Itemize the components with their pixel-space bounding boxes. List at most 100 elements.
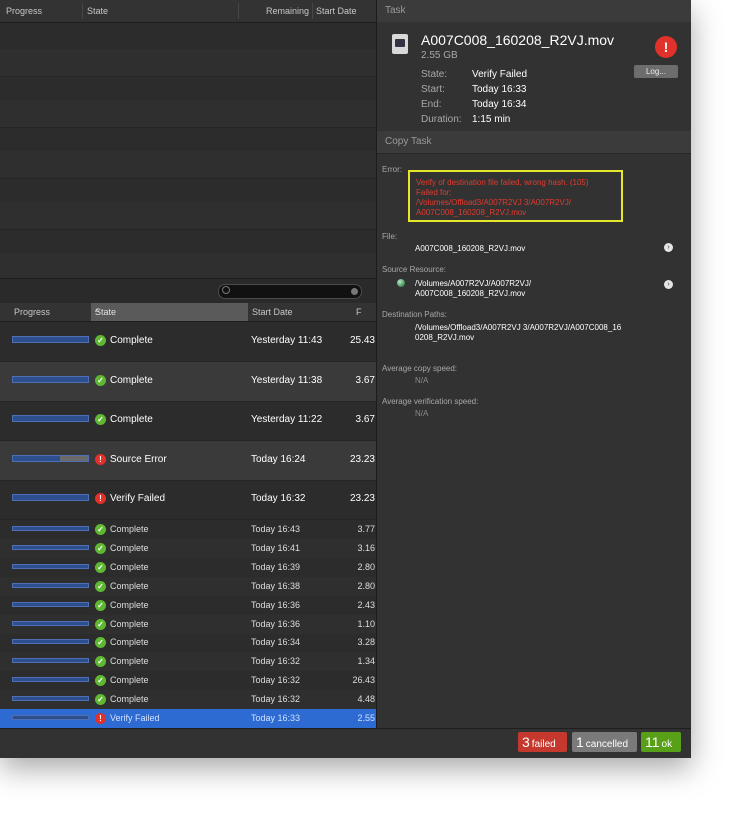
clear-search-icon[interactable]: [351, 288, 358, 295]
exclamation-icon: !: [95, 493, 106, 505]
table-row[interactable]: ! Source Error Today 16:24 23.23: [0, 440, 376, 481]
table-row[interactable]: ✓ Complete Today 16:36 2.43: [0, 596, 376, 615]
progress-bar: [12, 544, 89, 550]
progress-bar: [12, 336, 89, 343]
progress-bar: [12, 658, 89, 664]
row-state: Complete: [110, 599, 149, 610]
row-state: Complete: [110, 656, 149, 667]
error-line: A007C008_160208_R2VJ.mov: [416, 208, 527, 217]
table-row[interactable]: ✓ Complete Today 16:38 2.80: [0, 576, 376, 596]
row-start-date: Today 16:36: [251, 599, 301, 610]
row-state: Complete: [110, 524, 149, 534]
table-row[interactable]: ✓ Complete Today 16:39 2.80: [0, 558, 376, 577]
task-header-label: Task: [385, 5, 406, 16]
row-state: Complete: [110, 374, 153, 386]
arrow-right-circle-icon[interactable]: ›: [664, 280, 673, 289]
table-row[interactable]: ✓ Complete Today 16:43 3.77: [0, 520, 376, 539]
source-resource-label: Source Resource:: [382, 265, 447, 274]
error-line: Failed for:: [416, 188, 452, 197]
state-label: State:: [421, 69, 448, 80]
row-state: Complete: [110, 561, 149, 572]
empty-table-row: [0, 176, 376, 204]
row-start-date: Today 16:32: [251, 493, 306, 505]
col-f[interactable]: F: [356, 307, 362, 317]
checkmark-icon: ✓: [95, 675, 106, 687]
cancelled-badge[interactable]: 1 cancelled: [572, 732, 637, 752]
row-state: Complete: [110, 694, 149, 705]
search-input[interactable]: [218, 284, 362, 299]
table-row[interactable]: ! Verify Failed Today 16:32 23.23: [0, 480, 376, 521]
search-icon: [222, 286, 230, 294]
progress-bar: [12, 601, 89, 607]
row-state: Verify Failed: [110, 493, 166, 505]
progress-bar: [12, 715, 89, 720]
table-row[interactable]: ✓ Complete Today 16:34 3.28: [0, 633, 376, 652]
start-value: Today 16:33: [472, 84, 527, 95]
file-value: A007C008_160208_R2VJ.mov: [415, 244, 526, 253]
progress-bar: [12, 415, 89, 423]
table-row[interactable]: ✓ Complete Today 16:36 1.10: [0, 614, 376, 634]
start-label: Start:: [421, 84, 445, 95]
row-size: 2.80: [357, 561, 375, 572]
progress-bar: [12, 526, 89, 531]
col-start-date[interactable]: Start Date: [316, 6, 357, 16]
table-row[interactable]: ✓ Complete Today 16:32 4.48: [0, 690, 376, 710]
lower-table-header: Progress State ^ Start Date F: [0, 303, 376, 322]
checkmark-icon: ✓: [95, 599, 106, 611]
row-size: 26.43: [352, 675, 375, 686]
row-size: 3.28: [357, 637, 375, 648]
duration-value: 1:15 min: [472, 114, 511, 125]
task-file-size: 2.55 GB: [421, 50, 458, 61]
empty-table-row: [0, 99, 376, 128]
ok-count: 11: [645, 734, 660, 750]
col-remaining[interactable]: Remaining: [266, 6, 309, 16]
table-row[interactable]: ✓ Complete Today 16:32 26.43: [0, 671, 376, 690]
empty-table-row: [0, 48, 376, 77]
dest-line: /Volumes/Offload3/A007R2VJ 3/A007R2VJ/A0…: [415, 323, 622, 332]
col-start-date[interactable]: Start Date: [252, 307, 293, 317]
copy-task-header-label: Copy Task: [385, 136, 432, 147]
progress-bar: [12, 563, 89, 569]
progress-bar: [12, 639, 89, 645]
row-start-date: Today 16:33: [251, 713, 301, 723]
error-line: Verify of destination file failed, wrong…: [416, 178, 589, 187]
row-size: 3.67: [355, 374, 375, 386]
progress-bar: [12, 582, 89, 588]
row-size: 2.55: [357, 713, 375, 723]
empty-table-row: [0, 23, 376, 51]
row-state: Complete: [110, 637, 149, 648]
progress-bar: [12, 494, 89, 502]
checkmark-icon: ✓: [95, 561, 106, 573]
col-state-sorted[interactable]: State ^: [91, 303, 248, 321]
checkmark-icon: ✓: [95, 414, 106, 426]
table-row[interactable]: ! Verify Failed Today 16:33 2.55: [0, 709, 376, 728]
source-line: /Volumes/A007R2VJ/A007R2VJ/: [415, 279, 532, 288]
progress-bar: [12, 375, 89, 383]
table-row[interactable]: ✓ Complete Today 16:41 3.16: [0, 538, 376, 558]
exclamation-icon: !: [95, 453, 106, 465]
table-row[interactable]: ✓ Complete Yesterday 11:38 3.67: [0, 361, 376, 402]
copy-task-section-header: Copy Task: [377, 131, 691, 153]
row-start-date: Today 16:34: [251, 637, 301, 648]
col-progress[interactable]: Progress: [14, 307, 50, 317]
progress-bar: [12, 454, 89, 462]
arrow-right-circle-icon[interactable]: ›: [664, 243, 673, 252]
row-size: 2.80: [357, 580, 375, 591]
table-row[interactable]: ✓ Complete Yesterday 11:43 25.43: [0, 322, 376, 362]
log-button[interactable]: Log...: [634, 65, 678, 78]
empty-table-row: [0, 74, 376, 102]
file-label: File:: [382, 232, 398, 241]
dest-line: 0208_R2VJ.mov: [415, 333, 475, 342]
row-start-date: Today 16:41: [251, 542, 301, 553]
checkmark-icon: ✓: [95, 524, 106, 535]
state-value: Verify Failed: [472, 69, 528, 80]
col-state[interactable]: State: [87, 6, 108, 16]
checkmark-icon: ✓: [95, 637, 106, 649]
table-row[interactable]: ✓ Complete Yesterday 11:22 3.67: [0, 401, 376, 442]
ok-badge[interactable]: 11 ok: [641, 732, 681, 752]
failed-badge[interactable]: 3 failed: [518, 732, 567, 752]
table-row[interactable]: ✓ Complete Today 16:32 1.34: [0, 652, 376, 672]
checkmark-icon: ✓: [95, 656, 106, 668]
row-size: 2.43: [357, 599, 375, 610]
col-progress[interactable]: Progress: [6, 6, 42, 16]
